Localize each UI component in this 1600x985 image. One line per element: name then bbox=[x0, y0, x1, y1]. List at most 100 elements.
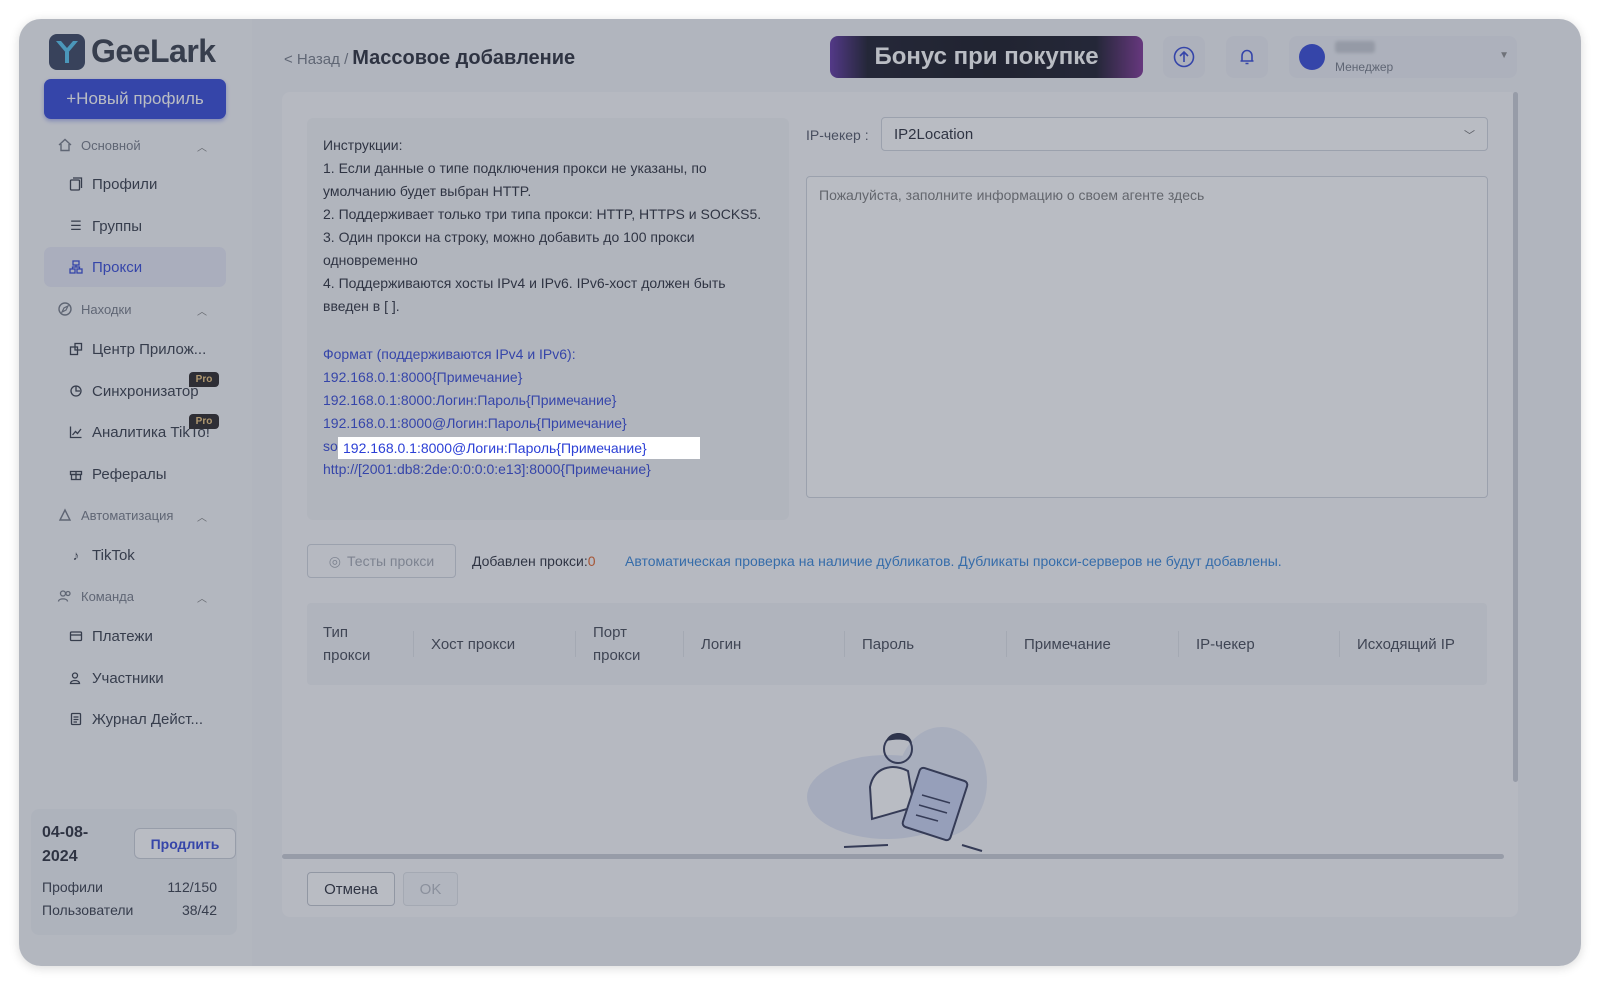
plan-box: 04-08-2024 Продлить Профили 112/150 Поль… bbox=[31, 809, 237, 935]
notifications-button[interactable] bbox=[1226, 36, 1268, 78]
plan-profiles-value: 112/150 bbox=[167, 879, 217, 895]
main-area: < Назад / Массовое добавление Бонус при … bbox=[252, 19, 1581, 966]
format-example: 192.168.0.1:8000:Логин:Пароль{Примечание… bbox=[323, 392, 617, 408]
chevron-down-icon: ▼ bbox=[1499, 50, 1509, 61]
sidebar-item-payments[interactable]: Платежи bbox=[44, 616, 226, 656]
column-divider bbox=[844, 631, 845, 657]
column-header: Логин bbox=[701, 635, 742, 653]
added-count: 0 bbox=[587, 553, 596, 569]
logo: GeeLark bbox=[49, 33, 216, 70]
instruction-line: 3. Один прокси на строку, можно добавить… bbox=[323, 229, 695, 268]
pro-badge: Pro bbox=[189, 414, 219, 429]
team-icon bbox=[57, 588, 73, 604]
sidebar-item-label: Участники bbox=[92, 669, 164, 687]
sidebar-item-profiles[interactable]: Профили bbox=[44, 164, 226, 204]
sync-icon bbox=[68, 383, 84, 399]
ip-checker-select[interactable]: IP2Location ﹀ bbox=[881, 117, 1488, 151]
sidebar-item-groups[interactable]: ☰ Группы bbox=[44, 206, 226, 246]
brand-name: GeeLark bbox=[91, 33, 216, 69]
new-profile-button[interactable]: +Новый профиль bbox=[44, 79, 226, 119]
vertical-scrollbar[interactable] bbox=[1513, 92, 1518, 782]
compass-icon bbox=[57, 301, 73, 317]
ok-button[interactable]: OK bbox=[403, 872, 458, 906]
log-icon bbox=[68, 711, 84, 727]
user-menu[interactable]: Менеджер ▼ bbox=[1289, 36, 1517, 78]
members-icon bbox=[68, 670, 84, 686]
app-window: GeeLark +Новый профиль Основной ︿ Профил… bbox=[19, 19, 1581, 966]
chart-icon bbox=[68, 424, 84, 440]
instruction-line: 1. Если данные о типе подключения прокси… bbox=[323, 160, 707, 199]
column-header: Исходящий IP bbox=[1357, 635, 1455, 653]
cancel-button[interactable]: Отмена bbox=[307, 872, 395, 906]
card-icon bbox=[68, 628, 84, 644]
page-title: Массовое добавление bbox=[352, 47, 576, 69]
profiles-icon bbox=[68, 176, 84, 192]
horizontal-scrollbar[interactable] bbox=[282, 854, 1504, 859]
column-header: Тип прокси bbox=[323, 624, 371, 664]
app-center-icon bbox=[68, 341, 84, 357]
duplicate-check-note: Автоматическая проверка на наличие дубли… bbox=[625, 553, 1282, 569]
chevron-up-icon: ︿ bbox=[197, 143, 207, 154]
sidebar-item-label: Синхронизатор bbox=[92, 382, 199, 400]
sidebar: GeeLark +Новый профиль Основной ︿ Профил… bbox=[19, 19, 252, 966]
gift-icon bbox=[68, 466, 84, 482]
sidebar-item-tiktok[interactable]: ♪ TikTok bbox=[44, 535, 226, 575]
section-main[interactable]: Основной ︿ bbox=[57, 137, 207, 154]
format-heading: Формат (поддерживаются IPv4 и IPv6): bbox=[323, 346, 576, 362]
renew-button[interactable]: Продлить bbox=[134, 828, 236, 859]
format-example: http://[2001:db8:2de:0:0:0:0:e13]:8000{П… bbox=[323, 461, 651, 477]
back-link[interactable]: < Назад / bbox=[284, 51, 348, 68]
proxy-table-header: Тип прокси Хост прокси Порт прокси Логин… bbox=[307, 603, 1487, 685]
proxy-input[interactable] bbox=[806, 176, 1488, 498]
format-example: 192.168.0.1:8000{Примечание} bbox=[323, 369, 523, 385]
column-header: Хост прокси bbox=[431, 635, 516, 653]
section-team[interactable]: Команда ︿ bbox=[57, 588, 207, 605]
sidebar-item-app-center[interactable]: Центр Прилож... bbox=[44, 329, 226, 369]
column-header: Пароль bbox=[862, 635, 915, 653]
list-icon: ☰ bbox=[70, 218, 82, 233]
highlighted-format-example: 192.168.0.1:8000@Логин:Пароль{Примечание… bbox=[338, 437, 700, 459]
sidebar-item-referrals[interactable]: Рефералы bbox=[44, 454, 226, 494]
tiktok-icon: ♪ bbox=[72, 547, 80, 563]
bell-icon bbox=[1240, 49, 1254, 65]
pro-badge: Pro bbox=[189, 372, 219, 387]
column-header: Порт прокси bbox=[593, 624, 641, 664]
chevron-up-icon: ︿ bbox=[197, 594, 207, 605]
chevron-down-icon: ﹀ bbox=[1464, 130, 1475, 142]
column-divider bbox=[413, 631, 414, 657]
column-divider bbox=[683, 631, 684, 657]
empty-state-illustration bbox=[807, 727, 987, 852]
sidebar-item-members[interactable]: Участники bbox=[44, 658, 226, 698]
sidebar-item-proxy[interactable]: Прокси bbox=[44, 247, 226, 287]
sidebar-item-label: Журнал Дейст... bbox=[92, 710, 203, 728]
section-label: Находки bbox=[81, 301, 132, 317]
section-label: Автоматизация bbox=[81, 507, 174, 523]
section-automation[interactable]: Автоматизация ︿ bbox=[57, 507, 207, 524]
plan-users-value: 38/42 bbox=[181, 902, 217, 918]
instruction-line: 4. Поддерживаются хосты IPv4 и IPv6. IPv… bbox=[323, 275, 726, 314]
column-divider bbox=[1006, 631, 1007, 657]
ip-checker-value: IP2Location bbox=[894, 126, 974, 143]
ip-checker-label: IP-чекер : bbox=[806, 127, 869, 143]
sidebar-item-label: Центр Прилож... bbox=[92, 340, 207, 358]
column-divider bbox=[1178, 631, 1179, 657]
sidebar-item-label: Группы bbox=[92, 217, 142, 235]
instructions-box: Инструкции: 1. Если данные о типе подклю… bbox=[307, 118, 789, 520]
upload-button[interactable] bbox=[1163, 36, 1205, 78]
breadcrumb: < Назад / Массовое добавление bbox=[284, 47, 575, 70]
home-icon bbox=[57, 137, 73, 153]
sidebar-item-label: Профили bbox=[92, 175, 158, 193]
section-discover[interactable]: Находки ︿ bbox=[57, 301, 207, 318]
format-example-highlighted: 192.168.0.1:8000@Логин:Пароль{Примечание… bbox=[323, 415, 627, 431]
user-role: Менеджер bbox=[1335, 60, 1394, 74]
plan-profiles-row: Профили 112/150 bbox=[42, 879, 217, 895]
added-label: Добавлен прокси: bbox=[472, 553, 588, 569]
test-proxy-label: Тесты прокси bbox=[347, 553, 435, 569]
user-name-blurred bbox=[1335, 41, 1375, 53]
sidebar-item-action-log[interactable]: Журнал Дейст... bbox=[44, 699, 226, 739]
column-header: Примечание bbox=[1024, 635, 1111, 653]
bonus-banner[interactable]: Бонус при покупке bbox=[830, 36, 1143, 78]
test-proxy-button[interactable]: ◎ Тесты прокси bbox=[307, 544, 456, 578]
column-header: IP-чекер bbox=[1196, 635, 1255, 653]
plan-expiry-date: 04-08-2024 bbox=[42, 824, 89, 865]
